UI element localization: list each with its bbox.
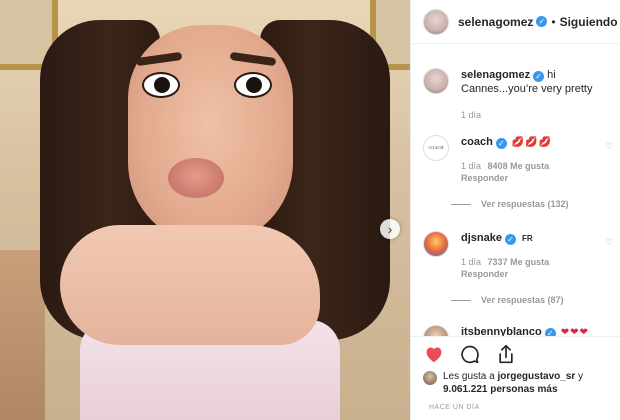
commenter-username[interactable]: djsnake bbox=[461, 232, 502, 244]
author-avatar[interactable] bbox=[423, 8, 449, 35]
verified-badge-icon: ✓ bbox=[536, 16, 548, 27]
share-button[interactable] bbox=[495, 343, 517, 365]
coach-logo: COACH bbox=[428, 145, 444, 150]
likes-count[interactable]: 9.061.221 personas más bbox=[443, 384, 558, 395]
caption-comment: selenagomez ✓ hi Cannes...you’re very pre… bbox=[423, 68, 620, 121]
reply-button[interactable]: Responder bbox=[461, 268, 620, 280]
comment-likes[interactable]: 7337 Me gusta bbox=[488, 257, 550, 267]
liker-username[interactable]: jorgegustavo_sr bbox=[497, 371, 575, 382]
share-icon bbox=[499, 344, 513, 363]
verified-badge-icon: ✓ bbox=[495, 138, 507, 149]
divider bbox=[451, 203, 471, 205]
post-header: selenagomez ✓ • Siguiendo bbox=[411, 0, 620, 44]
background-chair bbox=[0, 250, 45, 420]
comment-text: FR bbox=[522, 234, 533, 243]
instagram-post: › selenagomez ✓ • Siguiendo selenagomez ✓… bbox=[0, 0, 620, 420]
likes-summary[interactable]: Les gusta a jorgegustavo_sr y 9.061.221 … bbox=[423, 370, 619, 396]
lips bbox=[168, 158, 224, 198]
view-replies-button[interactable]: Ver respuestas (87) bbox=[451, 295, 620, 305]
comment-text: 💋💋💋 bbox=[511, 137, 553, 148]
comment-like-heart-icon[interactable]: ♡ bbox=[605, 235, 613, 249]
post-timestamp[interactable]: HACE UN DÍA bbox=[429, 404, 480, 411]
list-item: itsbennyblanco ✓ ❤❤❤ bbox=[423, 325, 620, 336]
comment-time: 1 día bbox=[461, 257, 482, 267]
view-replies-label: Ver respuestas (87) bbox=[481, 295, 564, 305]
comment-icon bbox=[461, 345, 479, 363]
post-photo[interactable]: › bbox=[0, 0, 410, 420]
likes-prefix: Les gusta a bbox=[443, 371, 498, 382]
chevron-right-icon: › bbox=[387, 221, 393, 237]
comments-list[interactable]: selenagomez ✓ hi Cannes...you’re very pre… bbox=[411, 44, 620, 336]
verified-badge-icon: ✓ bbox=[544, 328, 556, 336]
view-replies-button[interactable]: Ver respuestas (132) bbox=[451, 199, 620, 209]
commenter-username[interactable]: selenagomez bbox=[461, 69, 530, 81]
view-replies-label: Ver respuestas (132) bbox=[481, 199, 569, 209]
list-item: djsnake ✓ FR 1 día 7337 Me gusta Responde… bbox=[423, 231, 620, 280]
comment-text: ❤❤❤ bbox=[560, 327, 589, 336]
likes-text: Les gusta a jorgegustavo_sr y 9.061.221 … bbox=[443, 370, 583, 396]
author-username[interactable]: selenagomez bbox=[458, 15, 533, 29]
action-bar bbox=[411, 336, 620, 370]
eye-left bbox=[142, 72, 180, 98]
commenter-username[interactable]: coach bbox=[461, 136, 493, 148]
comment-like-heart-icon[interactable]: ♡ bbox=[605, 139, 613, 153]
comment-time: 1 día bbox=[461, 110, 482, 120]
commenter-avatar[interactable] bbox=[423, 231, 449, 257]
commenter-avatar[interactable] bbox=[423, 325, 449, 336]
comment-button[interactable] bbox=[459, 343, 481, 365]
commenter-avatar[interactable]: COACH bbox=[423, 135, 449, 161]
reply-button[interactable]: Responder bbox=[461, 172, 620, 184]
liker-avatar bbox=[423, 371, 437, 385]
divider bbox=[451, 299, 471, 301]
heart-icon bbox=[426, 346, 442, 362]
post-sidebar: selenagomez ✓ • Siguiendo selenagomez ✓ h… bbox=[410, 0, 620, 420]
comment-likes[interactable]: 8408 Me gusta bbox=[488, 161, 550, 171]
header-separator: • bbox=[551, 14, 556, 29]
next-photo-button[interactable]: › bbox=[380, 219, 400, 239]
verified-badge-icon: ✓ bbox=[504, 234, 516, 245]
commenter-username[interactable]: itsbennyblanco bbox=[461, 326, 542, 336]
hand bbox=[60, 225, 320, 345]
follow-status-button[interactable]: Siguiendo bbox=[560, 15, 618, 29]
eye-right bbox=[234, 72, 272, 98]
verified-badge-icon: ✓ bbox=[533, 71, 545, 82]
like-button[interactable] bbox=[423, 343, 445, 365]
comment-time: 1 día bbox=[461, 161, 482, 171]
list-item: COACH coach ✓ 💋💋💋 1 día 8408 Me gusta Res… bbox=[423, 135, 620, 184]
likes-mid: y bbox=[575, 371, 584, 382]
commenter-avatar[interactable] bbox=[423, 68, 449, 94]
